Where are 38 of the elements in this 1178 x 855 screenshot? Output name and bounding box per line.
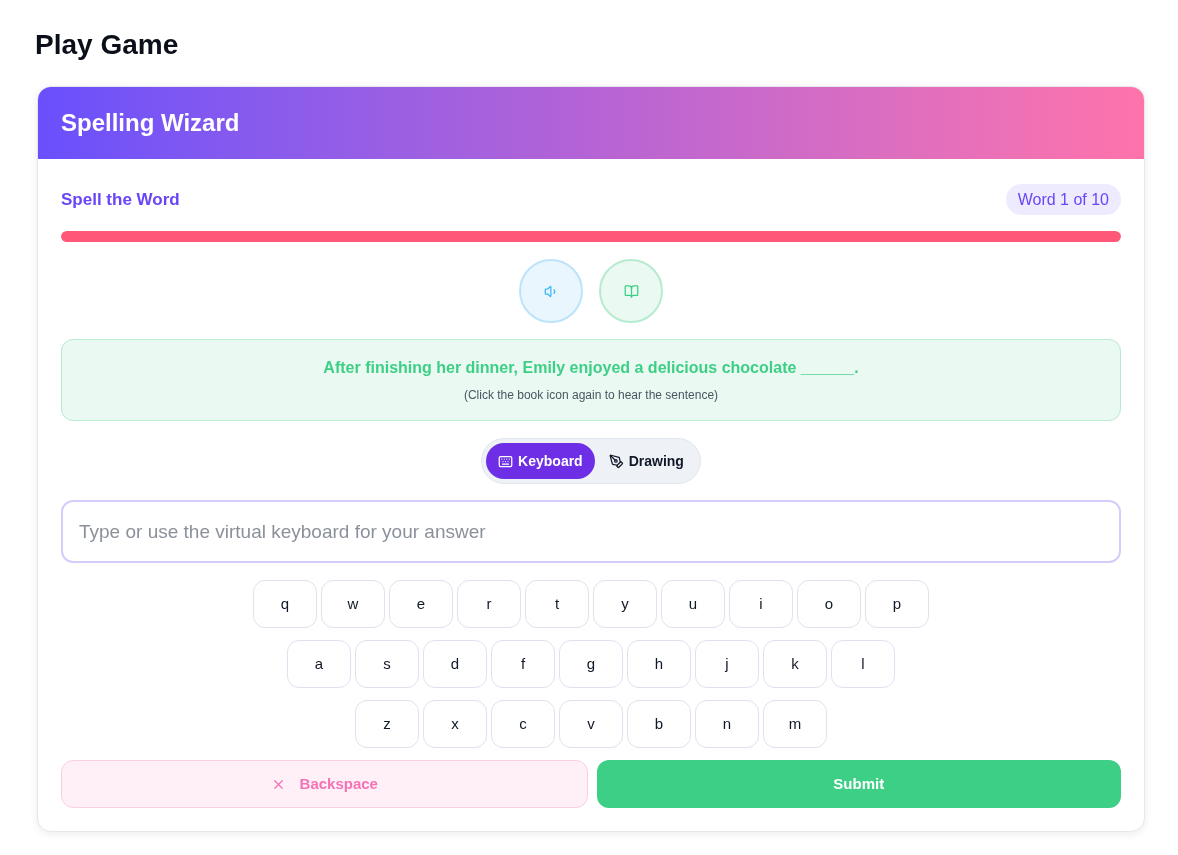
key-button[interactable]: s (355, 640, 419, 688)
key-button[interactable]: g (559, 640, 623, 688)
key-button[interactable]: z (355, 700, 419, 748)
key-button[interactable]: h (627, 640, 691, 688)
key-button[interactable]: l (831, 640, 895, 688)
pen-icon (608, 453, 624, 469)
key-button[interactable]: f (491, 640, 555, 688)
card-title: Spelling Wizard (61, 108, 240, 138)
key-button[interactable]: c (491, 700, 555, 748)
key-button[interactable]: i (729, 580, 793, 628)
key-button[interactable]: k (763, 640, 827, 688)
key-button[interactable]: v (559, 700, 623, 748)
key-button[interactable]: u (661, 580, 725, 628)
key-button[interactable]: o (797, 580, 861, 628)
sentence-text: After finishing her dinner, Emily enjoyed a delicious chocolate ______. (323, 358, 859, 378)
key-button[interactable]: p (865, 580, 929, 628)
key-button[interactable]: d (423, 640, 487, 688)
answer-field[interactable]: Type or use the virtual keyboard for your answer (61, 500, 1121, 563)
key-button[interactable]: x (423, 700, 487, 748)
mode-tab[interactable]: Keyboard (486, 443, 595, 479)
sentence-hint: (Click the book icon again to hear the sentence) (463, 387, 719, 404)
section-title: Spell the Word (61, 188, 180, 211)
key-button[interactable]: q (253, 580, 317, 628)
keyboard-icon (498, 453, 514, 469)
key-button[interactable]: e (389, 580, 453, 628)
mode-tab[interactable]: Drawing (596, 443, 696, 479)
word-counter: Word 1 of 10 (1005, 184, 1121, 215)
key-button[interactable]: a (287, 640, 351, 688)
key-button[interactable]: r (457, 580, 521, 628)
key-button[interactable]: m (763, 700, 827, 748)
key-button[interactable]: n (695, 700, 759, 748)
page-title: Play Game (35, 28, 179, 62)
book-icon (623, 283, 639, 299)
key-button[interactable]: w (321, 580, 385, 628)
key-button[interactable]: t (525, 580, 589, 628)
key-button[interactable]: y (593, 580, 657, 628)
key-button[interactable]: j (695, 640, 759, 688)
key-button[interactable]: b (627, 700, 691, 748)
